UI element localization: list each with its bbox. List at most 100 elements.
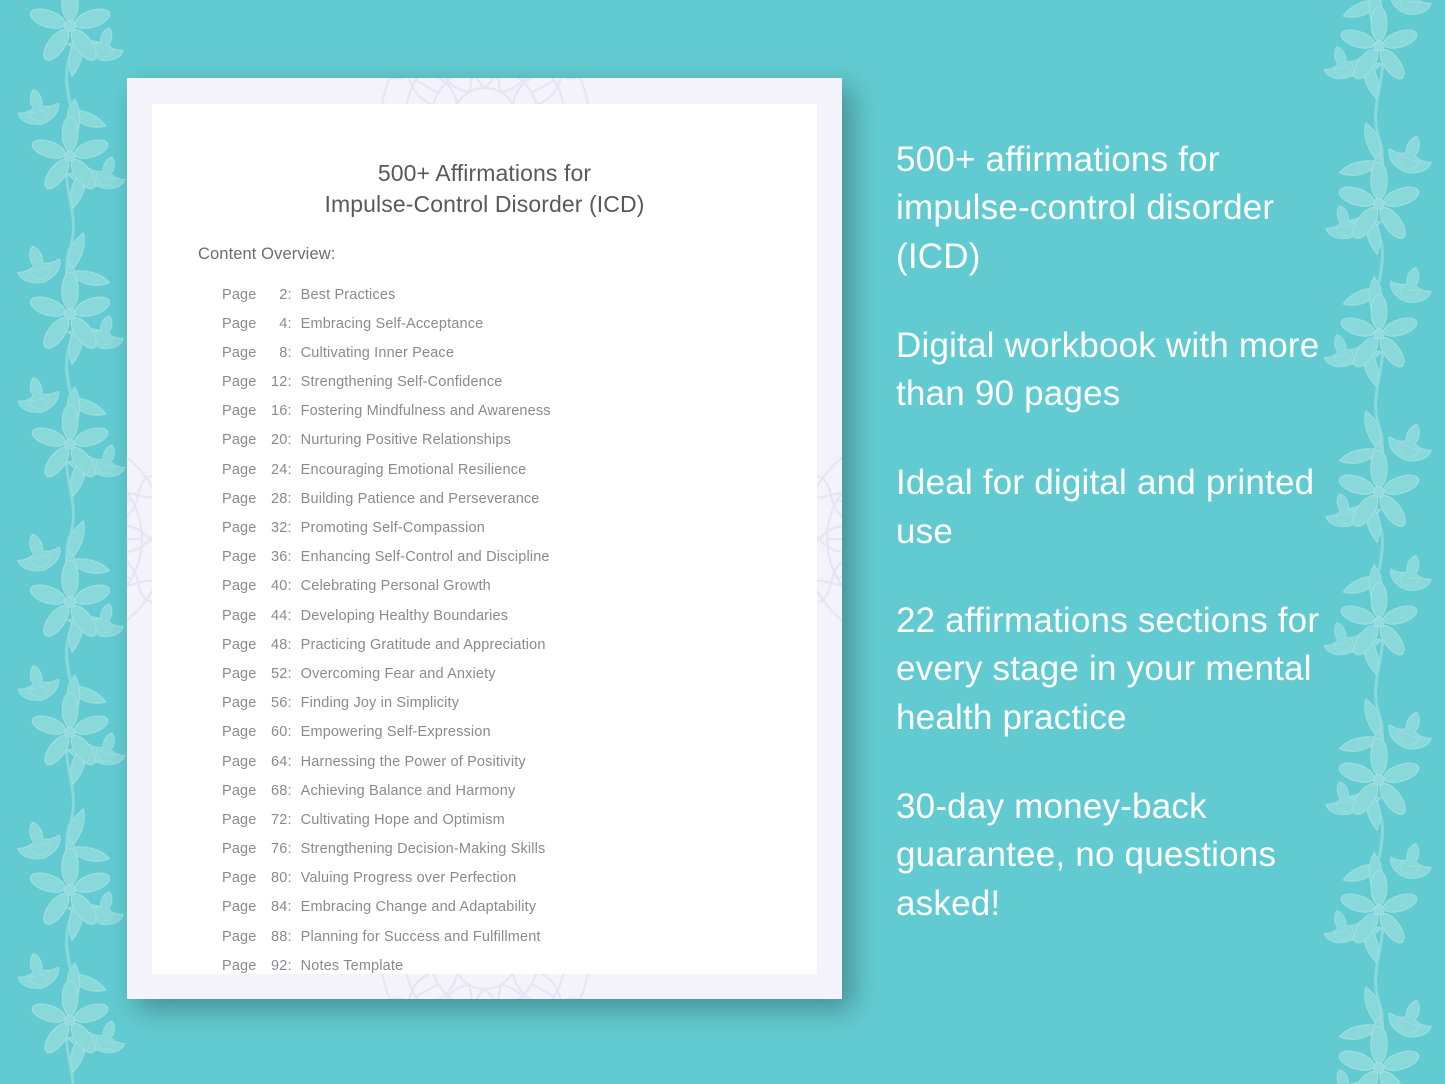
toc-page-word: Page [222, 403, 257, 420]
toc-entry-title: Planning for Success and Fulfillment [300, 928, 541, 945]
toc-colon: : [287, 695, 292, 712]
toc-colon: : [287, 782, 292, 799]
toc-colon: : [287, 403, 292, 420]
toc-colon: : [287, 607, 292, 624]
toc-entry-title: Harnessing the Power of Positivity [300, 753, 526, 770]
toc-entry-title: Empowering Self-Expression [300, 724, 491, 741]
toc-page-word: Page [222, 957, 257, 974]
toc-entry: Page 4: Embracing Self-Acceptance [222, 309, 817, 338]
toc-colon: : [287, 928, 292, 945]
toc-page-word: Page [222, 432, 257, 449]
toc-page-word: Page [222, 811, 257, 828]
toc-page-word: Page [222, 665, 257, 682]
marketing-feature-item: 30-day money-back guarantee, no question… [896, 786, 1277, 923]
toc-page-number: 44 [271, 607, 288, 624]
marketing-feature-item: 22 affirmations sections for every stage… [896, 601, 1320, 737]
toc-page-word: Page [222, 870, 257, 887]
page-title-line-2: Impulse-Control Disorder (ICD) [324, 190, 645, 217]
toc-entry: Page 72: Cultivating Hope and Optimism [222, 806, 817, 835]
toc-page-number: 4 [279, 315, 288, 332]
page-title: 500+ Affirmations for Impulse-Control Di… [152, 104, 817, 219]
toc-entry-title: Embracing Change and Adaptability [300, 899, 537, 916]
toc-colon: : [287, 549, 292, 566]
toc-entry: Page 76: Strengthening Decision-Making Ski… [222, 835, 817, 864]
toc-entry: Page 20: Nurturing Positive Relationships [222, 426, 817, 455]
toc-page-word: Page [222, 753, 257, 770]
toc-entry: Page 84: Embracing Change and Adaptability [222, 893, 817, 922]
toc-page-word: Page [222, 286, 257, 303]
toc-page-number: 16 [271, 403, 288, 420]
toc-entry-title: Celebrating Personal Growth [300, 578, 491, 595]
toc-entry: Page 48: Practicing Gratitude and Apprecia… [222, 630, 817, 659]
toc-page-number: 32 [271, 520, 288, 536]
toc-entry: Page 28: Building Patience and Perseveranc… [222, 484, 817, 513]
toc-page-word: Page [222, 374, 257, 391]
toc-page-number: 88 [271, 928, 288, 945]
toc-page-number: 24 [271, 461, 288, 478]
toc-entry-title: Fostering Mindfulness and Awareness [300, 403, 551, 420]
toc-page-word: Page [222, 695, 257, 712]
toc-page-number: 40 [271, 578, 288, 595]
toc-colon: : [287, 374, 292, 391]
toc-entry: Page 12: Strengthening Self-Confidence [222, 368, 817, 397]
toc-entry: Page 60: Empowering Self-Expression [222, 718, 817, 747]
content-overview-label: Content Overview: [198, 245, 336, 264]
toc-page-number: 80 [271, 870, 288, 887]
toc-page-number: 48 [271, 636, 288, 653]
toc-colon: : [287, 753, 292, 770]
toc-page-number: 2 [279, 286, 288, 303]
toc-page-number: 68 [271, 782, 288, 799]
toc-colon: : [287, 957, 292, 974]
toc-colon: : [287, 870, 292, 887]
toc-entry: Page 68: Achieving Balance and Harmony [222, 776, 817, 805]
toc-page-number: 56 [271, 695, 288, 712]
toc-entry: Page 88: Planning for Success and Fulfillm… [222, 922, 817, 951]
toc-entry: Page 24: Encouraging Emotional Resilience [222, 455, 817, 484]
toc-page-number: 60 [271, 724, 288, 741]
toc-entry-title: Developing Healthy Boundaries [300, 607, 509, 624]
toc-entry-title: Cultivating Hope and Optimism [300, 811, 505, 828]
toc-page-number: 20 [271, 432, 288, 449]
toc-colon: : [287, 432, 292, 449]
marketing-feature-item: Digital workbook with more than 90 pages [896, 325, 1320, 414]
marketing-feature-list: 500+ affirmations for impulse-control di… [896, 136, 1348, 928]
toc-entry: Page 36: Enhancing Self-Control and Discip… [222, 543, 817, 572]
toc-entry: Page 92: Notes Template [222, 951, 817, 980]
toc-entry-title: Promoting Self-Compassion [300, 520, 485, 536]
toc-entry: Page 40: Celebrating Personal Growth [222, 572, 817, 601]
toc-entry: Page 8: Cultivating Inner Peace [222, 339, 817, 368]
toc-page-number: 12 [271, 374, 288, 391]
marketing-feature-item: 500+ affirmations for impulse-control di… [896, 140, 1275, 276]
toc-colon: : [287, 490, 292, 507]
toc-page-word: Page [222, 490, 257, 507]
toc-colon: : [287, 811, 292, 828]
toc-page-word: Page [222, 607, 257, 624]
toc-page-word: Page [222, 578, 257, 595]
toc-entry: Page 56: Finding Joy in Simplicity [222, 689, 817, 718]
toc-colon: : [287, 344, 292, 361]
toc-page-word: Page [222, 520, 257, 536]
toc-page-word: Page [222, 636, 257, 653]
toc-entry-title: Strengthening Self-Confidence [300, 374, 503, 391]
toc-page-number: 72 [271, 811, 288, 828]
toc-page-number: 92 [271, 957, 288, 974]
toc-page-number: 28 [271, 490, 288, 507]
toc-page-word: Page [222, 549, 257, 566]
toc-entry-title: Finding Joy in Simplicity [300, 695, 460, 712]
toc-page-word: Page [222, 928, 257, 945]
toc-entry-title: Overcoming Fear and Anxiety [300, 665, 496, 682]
toc-entry-title: Notes Template [300, 957, 404, 974]
toc-entry-title: Encouraging Emotional Resilience [300, 461, 527, 478]
toc-colon: : [287, 841, 292, 858]
toc-page-word: Page [222, 724, 257, 741]
toc-colon: : [287, 286, 292, 303]
marketing-feature-item: Ideal for digital and printed use [896, 463, 1315, 551]
toc-entry: Page 2: Best Practices [222, 280, 817, 309]
document-page: 500+ Affirmations for Impulse-Control Di… [152, 104, 817, 974]
toc-entry-title: Embracing Self-Acceptance [300, 315, 484, 332]
toc-colon: : [287, 899, 292, 916]
document-preview-card: 500+ Affirmations for Impulse-Control Di… [127, 78, 842, 999]
page-title-line-1: 500+ Affirmations for [377, 160, 592, 186]
toc-page-word: Page [222, 841, 257, 858]
toc-page-number: 36 [271, 549, 288, 566]
